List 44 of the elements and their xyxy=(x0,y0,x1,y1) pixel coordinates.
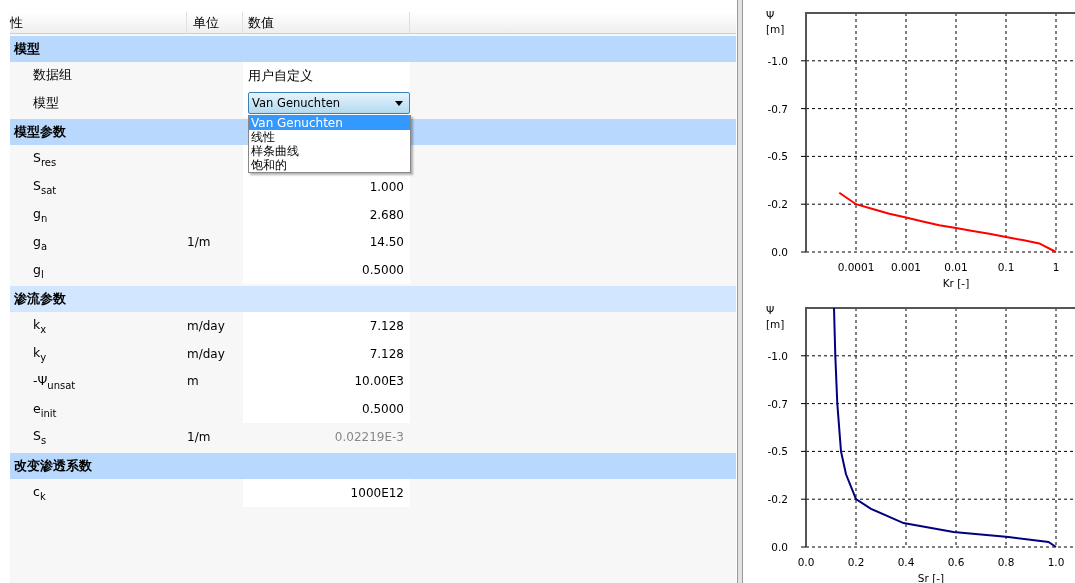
property-name: 数据组 xyxy=(33,67,72,85)
unit-label: 1/m xyxy=(187,235,211,250)
property-name: g$_{l}$ xyxy=(33,261,44,279)
unit-label: m/day xyxy=(187,318,225,333)
property-name: S$_{s}$ xyxy=(33,428,47,446)
tick-label: 0.1 xyxy=(997,261,1015,273)
axis-title: Sr [-] xyxy=(917,572,945,583)
tick-label: 0.0 xyxy=(797,556,815,568)
tick-label: 0.01 xyxy=(944,261,968,273)
property-name: c$_{k}$ xyxy=(33,483,46,502)
axis-title: Ψ [m] xyxy=(766,304,785,330)
tick-label: 0.001 xyxy=(890,261,922,273)
property-name: g$_{a}$ xyxy=(33,233,48,252)
property-name: 模型 xyxy=(33,95,59,112)
property-name: g$_{n}$ xyxy=(33,205,48,224)
tick-label: -0.7 xyxy=(767,102,788,115)
unit-label: m xyxy=(187,374,199,389)
property-name: k$_{x}$ xyxy=(33,317,47,335)
property-name: -Ψ$_{unsat}$ xyxy=(33,372,76,391)
property-name: S$_{res}$ xyxy=(33,150,57,168)
tick-label: 0.2 xyxy=(847,556,865,568)
unit-label: 1/m xyxy=(187,430,211,445)
axis-title: Ψ [m] xyxy=(766,9,785,35)
tick-label: 1 xyxy=(1052,261,1060,273)
unit-label: m/day xyxy=(187,346,225,361)
tick-label: -0.7 xyxy=(767,397,788,410)
tick-label: 0.8 xyxy=(997,556,1015,568)
tick-label: -0.2 xyxy=(767,493,788,506)
tick-label: -1.0 xyxy=(767,349,788,362)
tick-label: 0.0 xyxy=(771,541,788,553)
property-name: k$_{y}$ xyxy=(33,344,47,363)
tick-label: 0.4 xyxy=(897,556,915,568)
tick-label: -0.2 xyxy=(767,198,788,211)
property-name: S$_{sat}$ xyxy=(33,178,57,196)
axis-title: Kr [-] xyxy=(942,277,970,289)
tick-label: -1.0 xyxy=(767,54,788,67)
property-name: e$_{init}$ xyxy=(33,400,57,418)
tick-label: 0.6 xyxy=(947,556,965,568)
tick-label: -0.5 xyxy=(767,445,788,458)
tick-label: 0.0 xyxy=(771,246,788,258)
tick-label: 0.0001 xyxy=(837,261,875,273)
tick-label: 1.0 xyxy=(1047,556,1065,568)
tick-label: -0.5 xyxy=(767,150,788,163)
value-text: 用户自定义 xyxy=(243,61,410,90)
